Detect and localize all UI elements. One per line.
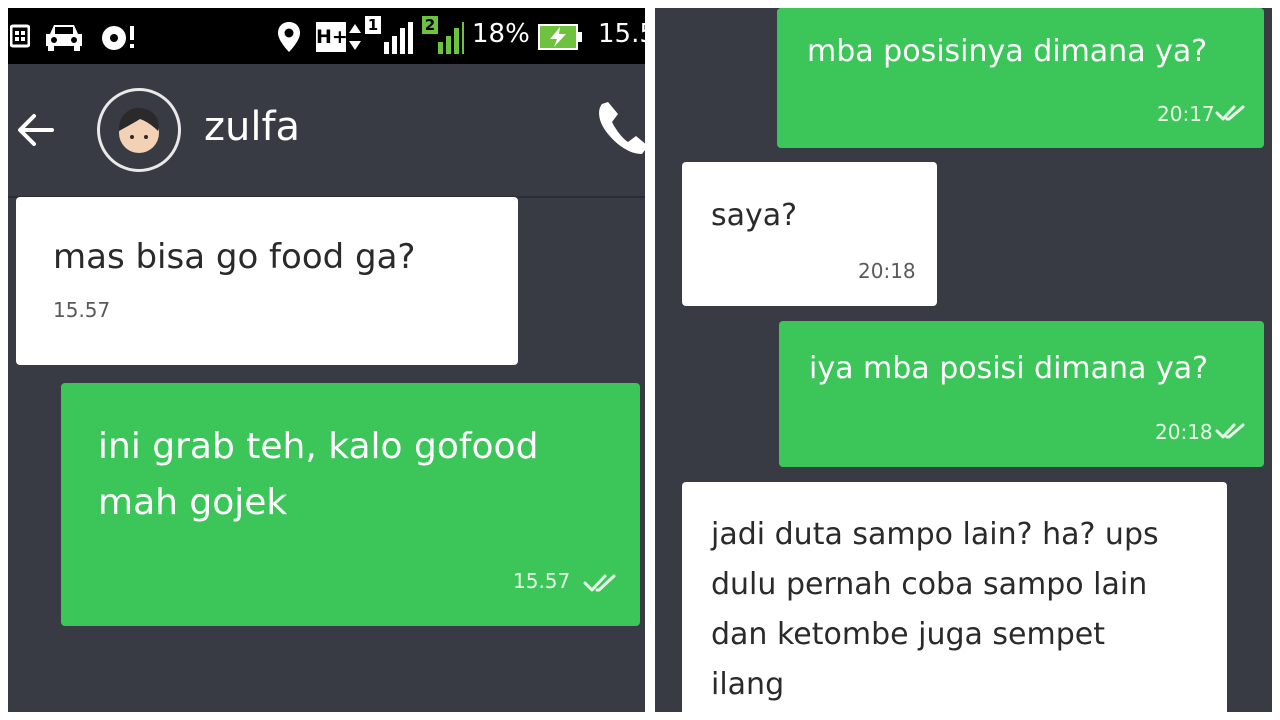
notification-icon	[10, 24, 30, 48]
back-arrow-icon[interactable]	[16, 112, 56, 148]
message-bubble-outgoing[interactable]: iya mba posisi dimana ya? 20:18	[779, 321, 1264, 467]
battery-charging-icon	[538, 24, 582, 50]
message-time: 20:18	[1155, 420, 1213, 444]
message-bubble-outgoing[interactable]: mba posisinya dimana ya? 20:17	[777, 8, 1264, 148]
message-text: mas bisa go food ga?	[53, 237, 416, 277]
message-text: jadi duta sampo lain? ha? ups dulu perna…	[711, 517, 1159, 702]
signal-icon	[384, 22, 413, 54]
signal-icon-sim2	[438, 22, 464, 54]
battery-percent: 18%	[472, 19, 530, 49]
contact-name[interactable]: zulfa	[204, 104, 300, 150]
message-time: 15.57	[53, 298, 111, 322]
double-check-icon	[1215, 423, 1245, 439]
message-bubble-incoming[interactable]: saya? 20:18	[682, 162, 937, 306]
double-check-icon	[583, 574, 616, 592]
message-bubble-incoming[interactable]: mas bisa go food ga? 15.57	[16, 197, 518, 365]
chat-header: zulfa	[8, 64, 645, 198]
media-icon	[102, 26, 134, 50]
message-bubble-incoming[interactable]: jadi duta sampo lain? ha? ups dulu perna…	[682, 482, 1227, 712]
double-check-icon	[1215, 105, 1245, 121]
message-bubble-outgoing[interactable]: ini grab teh, kalo gofood mah gojek 15.5…	[61, 383, 640, 626]
message-text: mba posisinya dimana ya?	[807, 34, 1208, 69]
message-time: 20:17	[1157, 102, 1215, 126]
data-activity-icon	[349, 24, 361, 50]
car-icon	[46, 25, 82, 51]
status-bar: H+ 1 2 18% 15.5	[8, 8, 645, 64]
avatar[interactable]	[97, 88, 181, 172]
left-screenshot: H+ 1 2 18% 15.5	[8, 8, 645, 712]
message-time: 20:18	[858, 259, 916, 283]
clock: 15.5	[598, 19, 645, 49]
message-text: saya?	[711, 198, 798, 233]
location-pin-icon	[278, 22, 300, 52]
message-text: ini grab teh, kalo gofood mah gojek	[98, 426, 539, 523]
phone-call-icon[interactable]	[594, 96, 645, 160]
message-time: 15.57	[513, 569, 571, 593]
network-type-badge: H+	[316, 22, 348, 52]
message-text: iya mba posisi dimana ya?	[809, 351, 1209, 386]
avatar-face-icon	[118, 107, 159, 153]
right-screenshot: mba posisinya dimana ya? 20:17 saya? 20:…	[655, 8, 1272, 712]
